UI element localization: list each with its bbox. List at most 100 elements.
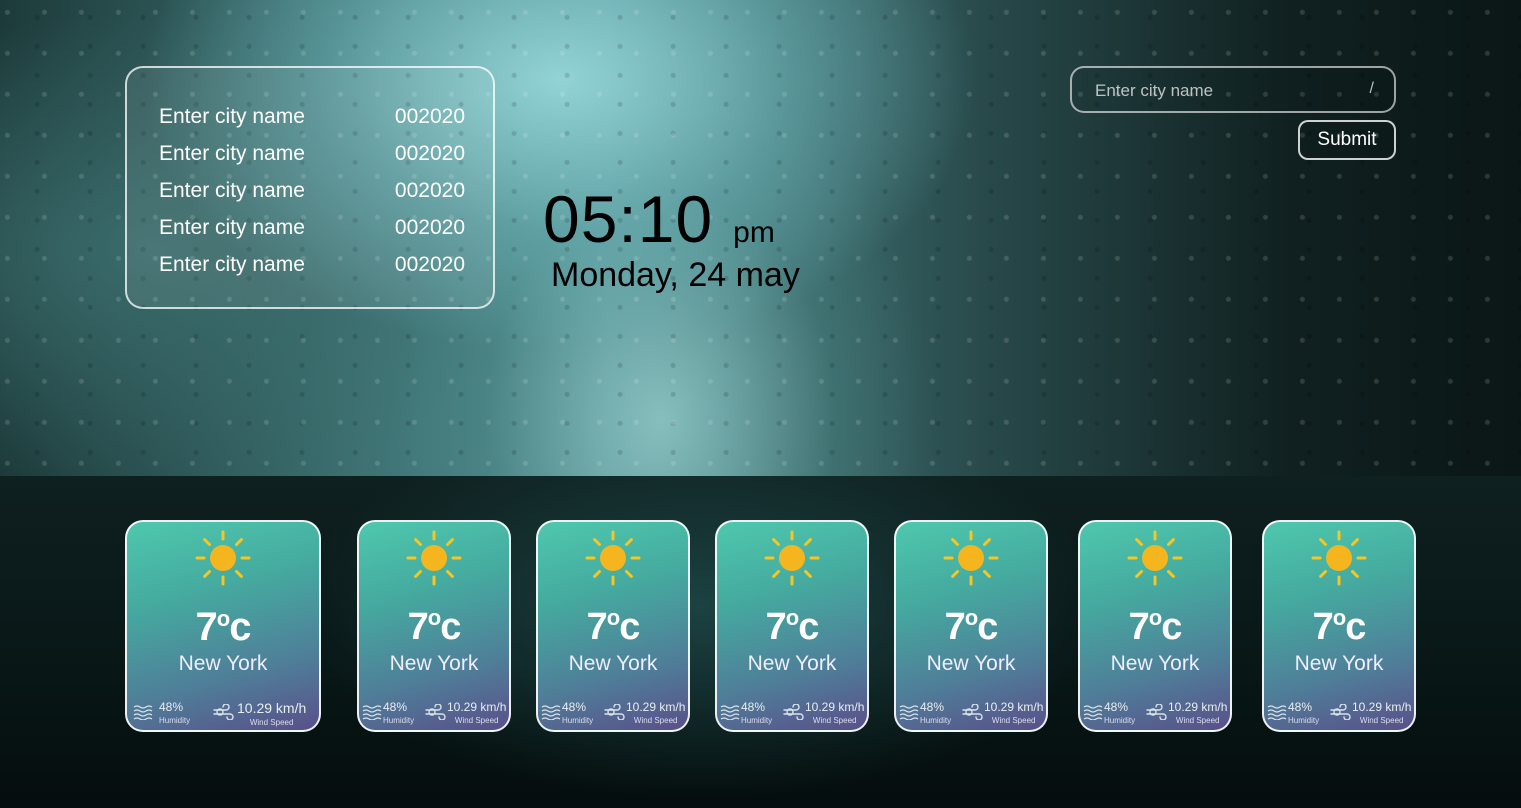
humidity-label: Humidity — [383, 716, 415, 725]
wind-label: Wind Speed — [812, 716, 857, 725]
clock: 05:10 pm — [543, 180, 775, 258]
humidity-stat: 48% Humidity — [920, 700, 951, 725]
history-city: Enter city name — [159, 142, 305, 165]
submit-button[interactable]: Submit — [1298, 120, 1396, 160]
temperature: 7oc — [717, 605, 867, 649]
wind-stat: 10.29 km/h Wind Speed — [447, 700, 506, 725]
temperature-unit: c — [1161, 606, 1182, 648]
wind-value: 10.29 km/h — [1168, 700, 1228, 714]
wind-stat: 10.29 km/h Wind Speed — [626, 700, 685, 725]
wind-icon — [783, 704, 804, 720]
card-city: New York — [926, 652, 1016, 675]
humidity-stat: 48% Humidity — [1288, 700, 1319, 725]
humidity-icon — [1083, 705, 1103, 720]
sun-icon — [195, 530, 251, 586]
humidity-value: 48% — [383, 700, 408, 714]
wind-value: 10.29 km/h — [626, 700, 686, 714]
history-city: Enter city name — [159, 179, 305, 202]
temperature-value: 7 — [944, 606, 966, 648]
history-item[interactable]: Enter city name 002020 — [159, 213, 465, 243]
humidity-value: 48% — [1104, 700, 1129, 714]
weather-card[interactable]: 7oc New York 48% Humidity 10.29 km/h Win… — [715, 520, 869, 732]
wind-value: 10.29 km/h — [237, 700, 307, 716]
humidity-label: Humidity — [920, 716, 952, 725]
temperature-value: 7 — [1312, 606, 1334, 648]
temperature: 7oc — [127, 605, 319, 650]
temperature-unit: c — [619, 606, 640, 648]
card-city: New York — [178, 652, 268, 675]
humidity-value: 48% — [920, 700, 945, 714]
humidity-value: 48% — [562, 700, 587, 714]
temperature: 7oc — [896, 605, 1046, 649]
humidity-value: 48% — [159, 700, 184, 714]
weather-card[interactable]: 7oc New York 48% Humidity 10.29 km/h Win… — [1262, 520, 1416, 732]
history-code: 002020 — [394, 253, 465, 276]
search-history-panel: Enter city name 002020 Enter city name 0… — [125, 66, 495, 309]
degree-symbol: o — [606, 605, 620, 630]
history-item[interactable]: Enter city name 002020 — [159, 102, 465, 132]
humidity-icon — [720, 705, 740, 720]
shortcut-hint: / — [1369, 80, 1374, 97]
sun-icon — [406, 530, 462, 586]
temperature-unit: c — [229, 605, 251, 649]
weather-card[interactable]: 7oc New York 48% Humidity 10.29 km/h Win… — [1078, 520, 1232, 732]
degree-symbol: o — [785, 605, 799, 630]
wind-icon — [962, 704, 983, 720]
temperature-value: 7 — [765, 606, 787, 648]
temperature: 7oc — [359, 605, 509, 649]
city-search-box: / — [1070, 66, 1396, 113]
temperature: 7oc — [1080, 605, 1230, 649]
wind-label: Wind Speed — [633, 716, 678, 725]
humidity-stat: 48% Humidity — [562, 700, 593, 725]
card-city: New York — [568, 652, 658, 675]
clock-ampm: pm — [733, 216, 775, 249]
clock-time: 05:10 — [543, 182, 714, 256]
humidity-stat: 48% Humidity — [159, 700, 190, 725]
temperature-value: 7 — [1128, 606, 1150, 648]
card-city: New York — [747, 652, 837, 675]
history-code: 002020 — [394, 142, 465, 165]
degree-symbol: o — [216, 606, 230, 631]
temperature: 7oc — [538, 605, 688, 649]
temperature-unit: c — [798, 606, 819, 648]
wind-value: 10.29 km/h — [984, 700, 1044, 714]
humidity-icon — [133, 705, 153, 720]
history-code: 002020 — [394, 179, 465, 202]
wind-icon — [213, 704, 234, 720]
degree-symbol: o — [964, 605, 978, 630]
humidity-label: Humidity — [1288, 716, 1320, 725]
history-item[interactable]: Enter city name 002020 — [159, 176, 465, 206]
humidity-label: Humidity — [1104, 716, 1136, 725]
humidity-icon — [899, 705, 919, 720]
humidity-stat: 48% Humidity — [741, 700, 772, 725]
wind-icon — [604, 704, 625, 720]
humidity-icon — [541, 705, 561, 720]
temperature-unit: c — [440, 606, 461, 648]
degree-symbol: o — [1332, 605, 1346, 630]
weather-card[interactable]: 7oc New York 48% Humidity 10.29 km/h Win… — [894, 520, 1048, 732]
weather-card[interactable]: 7oc New York 48% Humidity 10.29 km/h Win… — [536, 520, 690, 732]
sun-icon — [1127, 530, 1183, 586]
history-item[interactable]: Enter city name 002020 — [159, 139, 465, 169]
humidity-value: 48% — [1288, 700, 1313, 714]
temperature-unit: c — [1345, 606, 1366, 648]
wind-value: 10.29 km/h — [805, 700, 865, 714]
wind-stat: 10.29 km/h Wind Speed — [805, 700, 864, 725]
humidity-stat: 48% Humidity — [1104, 700, 1135, 725]
humidity-label: Humidity — [741, 716, 773, 725]
wind-icon — [1330, 704, 1351, 720]
weather-card[interactable]: 7oc New York 48% Humidity 10.29 km/h Win… — [125, 520, 321, 732]
temperature-value: 7 — [586, 606, 608, 648]
temperature-value: 7 — [195, 605, 218, 649]
city-search-input[interactable] — [1093, 68, 1357, 113]
humidity-label: Humidity — [159, 716, 191, 725]
history-item[interactable]: Enter city name 002020 — [159, 250, 465, 280]
wind-label: Wind Speed — [454, 716, 499, 725]
wind-icon — [1146, 704, 1167, 720]
clock-date: Monday, 24 may — [551, 256, 800, 294]
weather-card[interactable]: 7oc New York 48% Humidity 10.29 km/h Win… — [357, 520, 511, 732]
humidity-stat: 48% Humidity — [383, 700, 414, 725]
sun-icon — [585, 530, 641, 586]
history-city: Enter city name — [159, 253, 305, 276]
temperature-value: 7 — [407, 606, 429, 648]
